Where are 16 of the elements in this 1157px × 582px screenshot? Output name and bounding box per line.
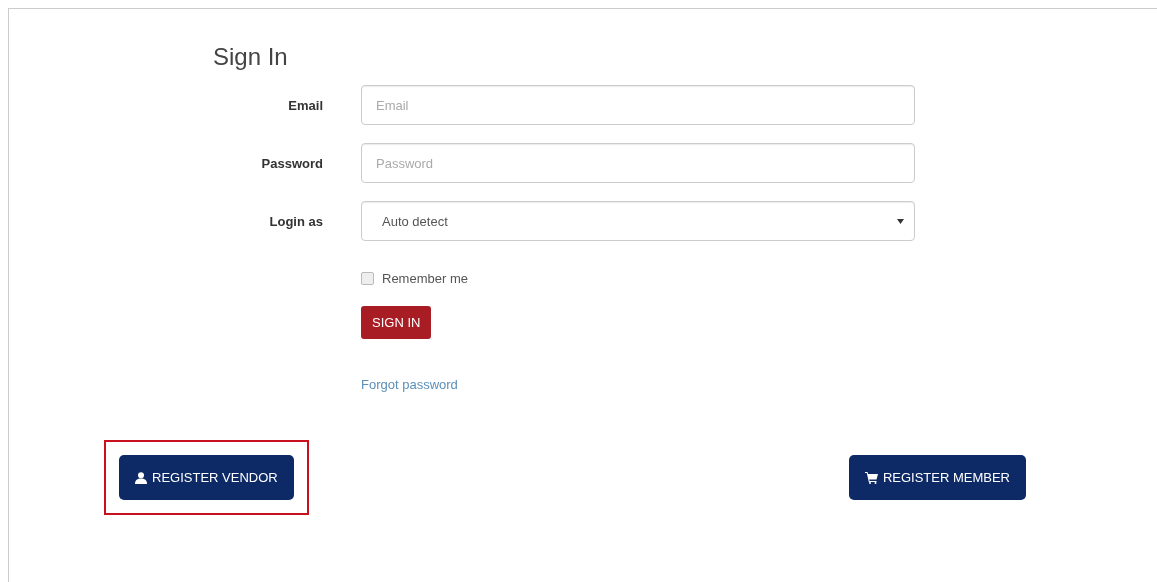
- cart-icon: [864, 471, 878, 484]
- checkbox[interactable]: [361, 272, 374, 285]
- person-icon: [135, 471, 147, 484]
- checkbox-label: Remember me: [382, 271, 468, 286]
- dropdown[interactable]: Auto detect: [361, 201, 915, 241]
- register-vendor-button[interactable]: REGISTER VENDOR: [119, 455, 294, 500]
- field-label: Email: [287, 97, 323, 113]
- sign-in-button[interactable]: SIGN IN: [361, 306, 432, 339]
- caret-icon: [897, 218, 904, 224]
- register-member-button[interactable]: REGISTER MEMBER: [848, 455, 1026, 500]
- forgot-password-link[interactable]: Forgot password: [361, 377, 458, 392]
- form-title: Sign In: [213, 43, 289, 71]
- field-label: Password: [260, 155, 323, 171]
- input-field[interactable]: Password: [361, 143, 915, 183]
- input-field[interactable]: Email: [361, 85, 915, 125]
- field-label: Login as: [268, 213, 323, 229]
